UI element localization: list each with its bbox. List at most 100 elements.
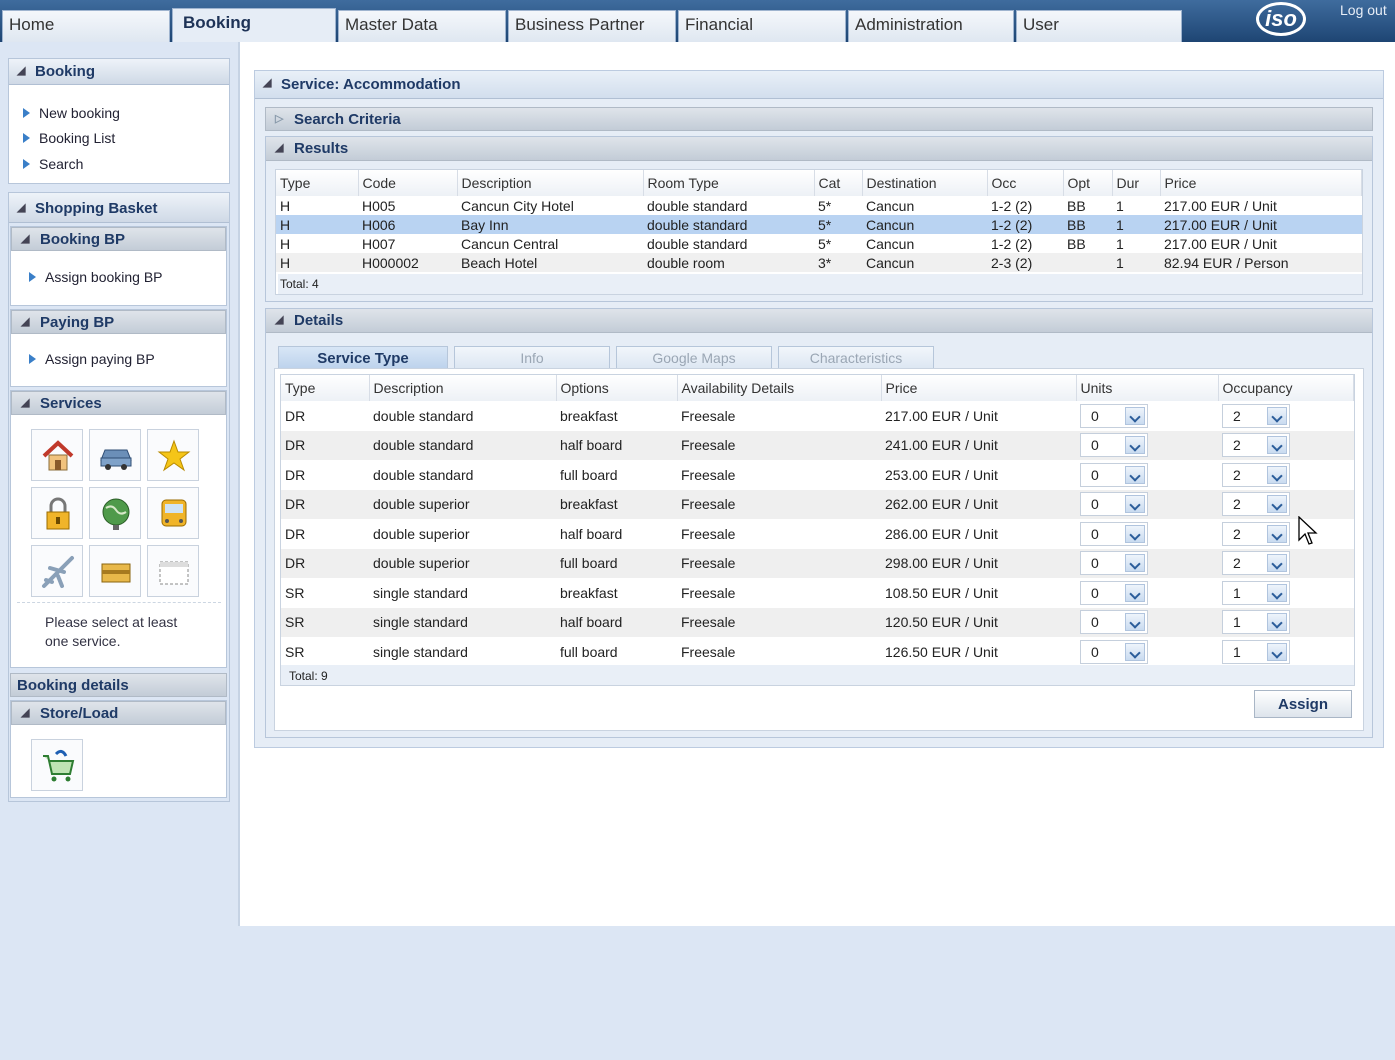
- occupancy-select[interactable]: 2: [1222, 492, 1290, 517]
- chevron-down-icon[interactable]: [1125, 436, 1145, 455]
- chevron-down-icon[interactable]: [1267, 554, 1287, 573]
- shopping-basket-header[interactable]: ◢ Shopping Basket: [9, 193, 229, 223]
- chevron-down-icon[interactable]: [1267, 583, 1287, 602]
- chevron-down-icon[interactable]: [1125, 642, 1145, 661]
- results-col-header[interactable]: Dur: [1112, 170, 1161, 196]
- bus-icon[interactable]: [147, 487, 199, 539]
- chevron-down-icon[interactable]: [1267, 465, 1287, 484]
- details-col-header[interactable]: Availability Details: [677, 375, 882, 401]
- details-col-header[interactable]: Units: [1076, 375, 1219, 401]
- occupancy-select[interactable]: 2: [1222, 551, 1290, 576]
- tab-service-type[interactable]: Service Type: [278, 346, 448, 370]
- chevron-down-icon[interactable]: [1125, 583, 1145, 602]
- service-type-row[interactable]: SR single standard half board Freesale 120.5…: [281, 607, 1354, 637]
- units-select[interactable]: 0: [1080, 521, 1148, 546]
- details-col-header[interactable]: Options: [556, 375, 678, 401]
- results-col-header[interactable]: Opt: [1063, 170, 1113, 196]
- units-select[interactable]: 0: [1080, 462, 1148, 487]
- chevron-down-icon[interactable]: [1267, 406, 1287, 425]
- tab-administration[interactable]: Administration: [848, 10, 1014, 42]
- chevron-down-icon[interactable]: [1267, 495, 1287, 514]
- chevron-down-icon[interactable]: [1125, 465, 1145, 484]
- booking-list-link[interactable]: Booking List: [23, 130, 115, 146]
- booking-bp-header[interactable]: ◢ Booking BP: [11, 227, 226, 251]
- assign-button[interactable]: Assign: [1254, 690, 1352, 718]
- results-header[interactable]: ◢ Results: [266, 137, 1372, 161]
- chevron-down-icon[interactable]: [1267, 613, 1287, 632]
- service-type-row[interactable]: DR double superior breakfast Freesale 262.00…: [281, 489, 1354, 519]
- occupancy-select[interactable]: 2: [1222, 521, 1290, 546]
- assign-paying-bp-link[interactable]: Assign paying BP: [29, 351, 155, 367]
- service-type-row[interactable]: DR double superior full board Freesale 298.0…: [281, 548, 1354, 578]
- results-col-header[interactable]: Code: [358, 170, 458, 196]
- details-col-header[interactable]: Type: [281, 375, 370, 401]
- results-col-header[interactable]: Price: [1160, 170, 1362, 196]
- chevron-down-icon[interactable]: [1125, 613, 1145, 632]
- result-row[interactable]: H H005 Cancun City Hotel double standard 5* C…: [276, 196, 1362, 215]
- service-accommodation-header[interactable]: ◢ Service: Accommodation: [255, 71, 1383, 99]
- occupancy-select[interactable]: 2: [1222, 433, 1290, 458]
- services-header[interactable]: ◢ Services: [11, 391, 226, 415]
- chevron-down-icon[interactable]: [1267, 524, 1287, 543]
- search-link[interactable]: Search: [23, 156, 83, 172]
- tab-info[interactable]: Info: [454, 346, 610, 370]
- cart-icon[interactable]: [31, 739, 83, 791]
- tab-home[interactable]: Home: [2, 10, 170, 42]
- chevron-down-icon[interactable]: [1125, 495, 1145, 514]
- tab-master-data[interactable]: Master Data: [338, 10, 506, 42]
- occupancy-select[interactable]: 1: [1222, 580, 1290, 605]
- results-col-header[interactable]: Type: [276, 170, 359, 196]
- tab-characteristics[interactable]: Characteristics: [778, 346, 934, 370]
- service-type-row[interactable]: SR single standard full board Freesale 126.5…: [281, 637, 1354, 667]
- service-type-row[interactable]: SR single standard breakfast Freesale 108.50…: [281, 578, 1354, 608]
- tab-financial[interactable]: Financial: [678, 10, 846, 42]
- booking-details-header[interactable]: Booking details: [10, 673, 227, 697]
- results-col-header[interactable]: Cat: [814, 170, 863, 196]
- units-select[interactable]: 0: [1080, 403, 1148, 428]
- wallet-icon[interactable]: [89, 545, 141, 597]
- units-select[interactable]: 0: [1080, 610, 1148, 635]
- chevron-down-icon[interactable]: [1125, 406, 1145, 425]
- star-icon[interactable]: [147, 429, 199, 481]
- result-row[interactable]: H H000002 Beach Hotel double room 3* Cancun 2-…: [276, 253, 1362, 272]
- occupancy-select[interactable]: 2: [1222, 462, 1290, 487]
- occupancy-select[interactable]: 2: [1222, 403, 1290, 428]
- chevron-down-icon[interactable]: [1125, 554, 1145, 573]
- tab-booking[interactable]: Booking: [172, 8, 336, 42]
- chevron-down-icon[interactable]: [1125, 524, 1145, 543]
- occupancy-select[interactable]: 1: [1222, 610, 1290, 635]
- paying-bp-header[interactable]: ◢ Paying BP: [11, 310, 226, 334]
- details-col-header[interactable]: Price: [881, 375, 1077, 401]
- tab-business-partner[interactable]: Business Partner: [508, 10, 676, 42]
- details-col-header[interactable]: Description: [369, 375, 557, 401]
- units-select[interactable]: 0: [1080, 492, 1148, 517]
- service-type-row[interactable]: DR double standard full board Freesale 253.0…: [281, 460, 1354, 490]
- occupancy-select[interactable]: 1: [1222, 639, 1290, 664]
- new-booking-link[interactable]: New booking: [23, 105, 120, 121]
- chevron-down-icon[interactable]: [1267, 436, 1287, 455]
- assign-booking-bp-link[interactable]: Assign booking BP: [29, 269, 163, 285]
- service-type-row[interactable]: DR double standard half board Freesale 241.0…: [281, 430, 1354, 460]
- service-type-row[interactable]: DR double standard breakfast Freesale 217.00…: [281, 401, 1354, 431]
- calendar-icon[interactable]: [147, 545, 199, 597]
- plane-icon[interactable]: [31, 545, 83, 597]
- service-type-row[interactable]: DR double superior half board Freesale 286.0…: [281, 519, 1354, 549]
- chevron-down-icon[interactable]: [1267, 642, 1287, 661]
- units-select[interactable]: 0: [1080, 551, 1148, 576]
- car-icon[interactable]: [89, 429, 141, 481]
- logout-link[interactable]: Log out: [1340, 2, 1387, 18]
- details-header[interactable]: ◢ Details: [266, 309, 1372, 333]
- tab-user[interactable]: User: [1016, 10, 1182, 42]
- tab-google-maps[interactable]: Google Maps: [616, 346, 772, 370]
- units-select[interactable]: 0: [1080, 639, 1148, 664]
- store-load-header[interactable]: ◢ Store/Load: [11, 701, 226, 725]
- result-row[interactable]: H H006 Bay Inn double standard 5* Cancun 1-2 (…: [276, 215, 1362, 234]
- results-col-header[interactable]: Room Type: [643, 170, 815, 196]
- search-criteria-header[interactable]: ▷ Search Criteria: [265, 107, 1373, 131]
- units-select[interactable]: 0: [1080, 580, 1148, 605]
- house-icon[interactable]: [31, 429, 83, 481]
- booking-panel-header[interactable]: ◢ Booking: [9, 59, 229, 85]
- lock-icon[interactable]: [31, 487, 83, 539]
- details-col-header[interactable]: Occupancy: [1218, 375, 1354, 401]
- result-row[interactable]: H H007 Cancun Central double standard 5* Canc…: [276, 234, 1362, 253]
